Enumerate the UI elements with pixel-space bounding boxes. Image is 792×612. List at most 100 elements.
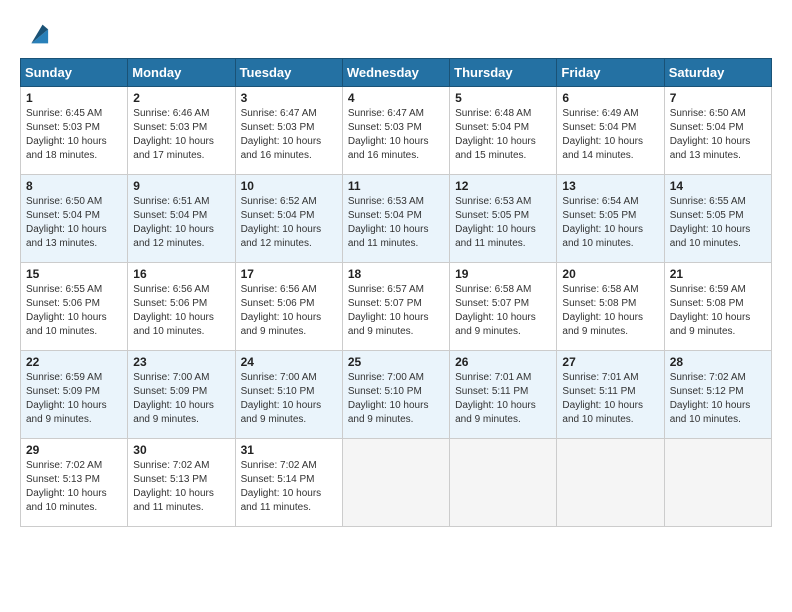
day-number: 21 [670, 267, 766, 281]
calendar-cell: 17Sunrise: 6:56 AMSunset: 5:06 PMDayligh… [235, 263, 342, 351]
calendar-cell [450, 439, 557, 527]
calendar-cell: 29 Sunrise: 7:02 AMSunset: 5:13 PMDayligh… [21, 439, 128, 527]
day-info: Sunrise: 7:00 AMSunset: 5:10 PMDaylight:… [241, 371, 337, 427]
calendar-header-monday: Monday [128, 59, 235, 87]
day-info: Sunrise: 6:55 AMSunset: 5:05 PMDaylight:… [670, 195, 766, 251]
calendar-header-row: SundayMondayTuesdayWednesdayThursdayFrid… [21, 59, 772, 87]
calendar-week-2: 1 Sunrise: 6:45 AMSunset: 5:03 PMDaylight… [21, 87, 772, 175]
calendar-header-friday: Friday [557, 59, 664, 87]
calendar-cell: 23Sunrise: 7:00 AMSunset: 5:09 PMDayligh… [128, 351, 235, 439]
calendar-cell: 8 Sunrise: 6:50 AMSunset: 5:04 PMDaylight… [21, 175, 128, 263]
day-number: 9 [133, 179, 229, 193]
day-info: Sunrise: 6:56 AMSunset: 5:06 PMDaylight:… [133, 283, 229, 339]
calendar-cell: 19 Sunrise: 6:58 AMSunset: 5:07 PMDayligh… [450, 263, 557, 351]
calendar-header-wednesday: Wednesday [342, 59, 449, 87]
calendar-cell: 10 Sunrise: 6:52 AMSunset: 5:04 PMDayligh… [235, 175, 342, 263]
calendar-cell: 18 Sunrise: 6:57 AMSunset: 5:07 PMDayligh… [342, 263, 449, 351]
day-number: 6 [562, 91, 658, 105]
day-info: Sunrise: 6:47 AMSunset: 5:03 PMDaylight:… [241, 107, 337, 163]
calendar-cell: 22 Sunrise: 6:59 AMSunset: 5:09 PMDayligh… [21, 351, 128, 439]
calendar-header-tuesday: Tuesday [235, 59, 342, 87]
day-info: Sunrise: 7:00 AMSunset: 5:09 PMDaylight:… [133, 371, 229, 427]
day-number: 22 [26, 355, 122, 369]
calendar-cell: 4 Sunrise: 6:47 AMSunset: 5:03 PMDaylight… [342, 87, 449, 175]
calendar-cell [342, 439, 449, 527]
day-number: 25 [348, 355, 444, 369]
day-info: Sunrise: 7:02 AMSunset: 5:14 PMDaylight:… [241, 459, 337, 515]
calendar-cell: 2 Sunrise: 6:46 AMSunset: 5:03 PMDaylight… [128, 87, 235, 175]
day-number: 24 [241, 355, 337, 369]
calendar-cell: 24 Sunrise: 7:00 AMSunset: 5:10 PMDayligh… [235, 351, 342, 439]
day-info: Sunrise: 7:02 AMSunset: 5:13 PMDaylight:… [133, 459, 229, 515]
day-number: 18 [348, 267, 444, 281]
calendar-cell [664, 439, 771, 527]
day-number: 4 [348, 91, 444, 105]
day-number: 7 [670, 91, 766, 105]
calendar-cell: 13Sunrise: 6:54 AMSunset: 5:05 PMDayligh… [557, 175, 664, 263]
day-number: 28 [670, 355, 766, 369]
day-info: Sunrise: 6:58 AMSunset: 5:07 PMDaylight:… [455, 283, 551, 339]
day-number: 26 [455, 355, 551, 369]
calendar-header-saturday: Saturday [664, 59, 771, 87]
calendar-cell: 26 Sunrise: 7:01 AMSunset: 5:11 PMDayligh… [450, 351, 557, 439]
day-number: 16 [133, 267, 229, 281]
day-info: Sunrise: 7:00 AMSunset: 5:10 PMDaylight:… [348, 371, 444, 427]
calendar-cell: 21 Sunrise: 6:59 AMSunset: 5:08 PMDayligh… [664, 263, 771, 351]
day-number: 17 [241, 267, 337, 281]
day-number: 27 [562, 355, 658, 369]
day-info: Sunrise: 7:02 AMSunset: 5:12 PMDaylight:… [670, 371, 766, 427]
day-number: 1 [26, 91, 122, 105]
logo [20, 20, 50, 48]
day-info: Sunrise: 6:58 AMSunset: 5:08 PMDaylight:… [562, 283, 658, 339]
calendar-cell: 12 Sunrise: 6:53 AMSunset: 5:05 PMDayligh… [450, 175, 557, 263]
calendar-cell: 30 Sunrise: 7:02 AMSunset: 5:13 PMDayligh… [128, 439, 235, 527]
calendar-cell: 16 Sunrise: 6:56 AMSunset: 5:06 PMDayligh… [128, 263, 235, 351]
day-number: 2 [133, 91, 229, 105]
day-info: Sunrise: 6:52 AMSunset: 5:04 PMDaylight:… [241, 195, 337, 251]
day-info: Sunrise: 6:59 AMSunset: 5:09 PMDaylight:… [26, 371, 122, 427]
day-number: 15 [26, 267, 122, 281]
day-info: Sunrise: 6:59 AMSunset: 5:08 PMDaylight:… [670, 283, 766, 339]
day-number: 29 [26, 443, 122, 457]
calendar-week-6: 29 Sunrise: 7:02 AMSunset: 5:13 PMDayligh… [21, 439, 772, 527]
calendar-cell: 7Sunrise: 6:50 AMSunset: 5:04 PMDaylight… [664, 87, 771, 175]
day-number: 14 [670, 179, 766, 193]
day-info: Sunrise: 6:47 AMSunset: 5:03 PMDaylight:… [348, 107, 444, 163]
calendar-cell: 31 Sunrise: 7:02 AMSunset: 5:14 PMDayligh… [235, 439, 342, 527]
calendar-cell: 1 Sunrise: 6:45 AMSunset: 5:03 PMDaylight… [21, 87, 128, 175]
day-number: 10 [241, 179, 337, 193]
calendar-cell: 25 Sunrise: 7:00 AMSunset: 5:10 PMDayligh… [342, 351, 449, 439]
day-info: Sunrise: 6:55 AMSunset: 5:06 PMDaylight:… [26, 283, 122, 339]
calendar-table: SundayMondayTuesdayWednesdayThursdayFrid… [20, 58, 772, 527]
day-info: Sunrise: 7:01 AMSunset: 5:11 PMDaylight:… [455, 371, 551, 427]
day-number: 30 [133, 443, 229, 457]
day-info: Sunrise: 6:57 AMSunset: 5:07 PMDaylight:… [348, 283, 444, 339]
calendar-week-4: 15 Sunrise: 6:55 AMSunset: 5:06 PMDayligh… [21, 263, 772, 351]
day-info: Sunrise: 6:53 AMSunset: 5:04 PMDaylight:… [348, 195, 444, 251]
calendar-cell: 15 Sunrise: 6:55 AMSunset: 5:06 PMDayligh… [21, 263, 128, 351]
calendar-header-sunday: Sunday [21, 59, 128, 87]
calendar-cell: 6Sunrise: 6:49 AMSunset: 5:04 PMDaylight… [557, 87, 664, 175]
calendar-week-3: 8 Sunrise: 6:50 AMSunset: 5:04 PMDaylight… [21, 175, 772, 263]
page-header [20, 20, 772, 48]
calendar-cell: 20Sunrise: 6:58 AMSunset: 5:08 PMDayligh… [557, 263, 664, 351]
day-info: Sunrise: 7:02 AMSunset: 5:13 PMDaylight:… [26, 459, 122, 515]
day-number: 19 [455, 267, 551, 281]
logo-icon [22, 20, 50, 48]
day-number: 12 [455, 179, 551, 193]
day-number: 11 [348, 179, 444, 193]
calendar-cell: 14 Sunrise: 6:55 AMSunset: 5:05 PMDayligh… [664, 175, 771, 263]
day-info: Sunrise: 6:46 AMSunset: 5:03 PMDaylight:… [133, 107, 229, 163]
calendar-header-thursday: Thursday [450, 59, 557, 87]
day-number: 5 [455, 91, 551, 105]
day-info: Sunrise: 6:54 AMSunset: 5:05 PMDaylight:… [562, 195, 658, 251]
day-info: Sunrise: 7:01 AMSunset: 5:11 PMDaylight:… [562, 371, 658, 427]
day-info: Sunrise: 6:51 AMSunset: 5:04 PMDaylight:… [133, 195, 229, 251]
calendar-cell: 27 Sunrise: 7:01 AMSunset: 5:11 PMDayligh… [557, 351, 664, 439]
day-number: 31 [241, 443, 337, 457]
calendar-cell: 28 Sunrise: 7:02 AMSunset: 5:12 PMDayligh… [664, 351, 771, 439]
day-info: Sunrise: 6:53 AMSunset: 5:05 PMDaylight:… [455, 195, 551, 251]
day-number: 8 [26, 179, 122, 193]
day-info: Sunrise: 6:50 AMSunset: 5:04 PMDaylight:… [26, 195, 122, 251]
day-info: Sunrise: 6:45 AMSunset: 5:03 PMDaylight:… [26, 107, 122, 163]
